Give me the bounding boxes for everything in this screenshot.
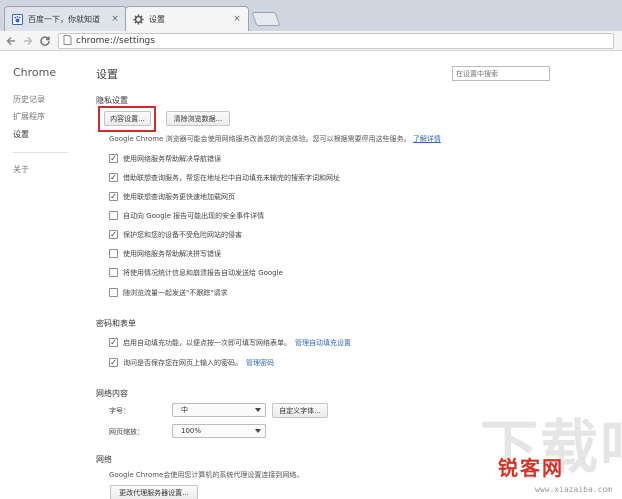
chrome-brand: Chrome [13,66,57,79]
tab-baidu[interactable]: 百度一下，你就知道 × [4,6,127,31]
save-password-label: 询问是否保存您在网页上输入的密码。 [123,358,242,367]
sidebar-item-about[interactable]: 关于 [13,164,29,175]
privacy-option-label: 随浏览流量一起发送"不跟踪"请求 [123,288,228,297]
manage-passwords-link[interactable]: 管理密码 [246,358,274,368]
network-heading: 网络 [96,455,112,464]
checkbox[interactable] [109,249,118,258]
tab-title: 百度一下，你就知道 [28,14,100,24]
clear-browsing-data-button[interactable]: 清除浏览数据... [166,111,230,126]
sidebar-divider [13,152,68,153]
page-icon [63,35,72,47]
checkbox[interactable] [109,211,118,220]
change-proxy-button[interactable]: 更改代理服务器设置... [110,485,198,499]
privacy-option-label: 自动向 Google 报告可能出现的安全事件详情 [123,211,265,220]
dropdown-arrow-icon [255,408,261,412]
font-size-label: 字号： [109,407,130,415]
checkbox[interactable] [109,268,118,277]
watermark-url: www.xiazaiba.com [535,485,613,494]
baidu-paw-icon [11,13,23,25]
close-tab-icon[interactable]: × [110,14,120,24]
page-title: 设置 [96,68,118,81]
privacy-option[interactable]: ✓ 借助联想查询服务，帮您在地址栏中自动填充未输完的搜索字词和网址 [109,172,340,183]
font-size-select[interactable]: 中 [172,403,266,417]
privacy-option-label: 将使用情况统计信息和崩溃报告自动发送给 Google [123,268,283,277]
tab-strip: 百度一下，你就知道 × 设置 × [0,0,622,31]
privacy-option-label: 保护您和您的设备不受危险网站的侵害 [123,230,242,239]
privacy-option-label: 使用网络服务帮助解决拼写错误 [123,249,221,258]
privacy-option[interactable]: ✓ 使用网络服务帮助解决导航错误 [109,153,221,164]
autofill-label: 启用自动填充功能，以便点按一次即可填写网络表单。 [123,338,291,347]
url-text: chrome://settings [76,36,155,46]
new-tab-button[interactable] [251,12,281,26]
privacy-option-label: 使用网络服务帮助解决导航错误 [123,154,221,163]
font-size-value: 中 [181,406,188,414]
checkbox[interactable]: ✓ [109,192,118,201]
manage-autofill-link[interactable]: 管理自动填充设置 [295,338,351,348]
network-description: Google Chrome会使用您计算机的系统代理设置连接到网络。 [109,471,304,479]
privacy-option-label: 使用联想查询服务更快速地加载网页 [123,192,235,201]
sidebar-item-settings[interactable]: 设置 [13,129,29,140]
checkbox[interactable]: ✓ [109,338,118,347]
checkbox[interactable]: ✓ [109,358,118,367]
checkbox[interactable]: ✓ [109,154,118,163]
sidebar-item-history[interactable]: 历史记录 [13,94,45,105]
learn-more-link[interactable]: 了解详情 [413,135,441,143]
forward-arrow-icon[interactable] [20,33,36,49]
tab-title: 设置 [149,14,165,24]
checkbox[interactable] [109,288,118,297]
privacy-description-text: Google Chrome 浏览器可能会使用网络服务改善您的浏览体验。您可以根据… [109,135,411,143]
autofill-option[interactable]: ✓ 启用自动填充功能，以便点按一次即可填写网络表单。 管理自动填充设置 [109,337,351,348]
privacy-option[interactable]: 使用网络服务帮助解决拼写错误 [109,248,221,259]
page-zoom-select[interactable]: 100% [172,424,266,438]
zoom-label: 网页缩放： [109,428,144,436]
dropdown-arrow-icon [255,429,261,433]
tab-settings[interactable]: 设置 × [125,6,249,31]
page-zoom-value: 100% [181,427,202,435]
privacy-description: Google Chrome 浏览器可能会使用网络服务改善您的浏览体验。您可以根据… [109,134,441,144]
settings-sidebar: Chrome 历史记录 扩展程序 设置 关于 [0,52,86,499]
close-tab-icon[interactable]: × [232,14,242,24]
custom-fonts-button[interactable]: 自定义字体... [272,403,328,418]
privacy-option-label: 借助联想查询服务，帮您在地址栏中自动填充未输完的搜索字词和网址 [123,173,340,182]
content-settings-button[interactable]: 内容设置... [104,111,151,126]
privacy-option[interactable]: 将使用情况统计信息和崩溃报告自动发送给 Google [109,267,283,278]
privacy-option[interactable]: 自动向 Google 报告可能出现的安全事件详情 [109,210,264,221]
reload-icon[interactable] [37,33,53,49]
privacy-option[interactable]: 随浏览流量一起发送"不跟踪"请求 [109,287,227,298]
sidebar-item-extensions[interactable]: 扩展程序 [13,111,45,122]
save-password-option[interactable]: ✓ 询问是否保存您在网页上输入的密码。 管理密码 [109,357,274,368]
checkbox[interactable]: ✓ [109,173,118,182]
watermark-brand: 锐客网 [498,456,564,480]
address-bar[interactable]: chrome://settings [58,33,614,49]
privacy-option[interactable]: ✓ 使用联想查询服务更快速地加载网页 [109,191,235,202]
web-content-heading: 网络内容 [96,389,128,398]
privacy-heading: 隐私设置 [96,96,128,105]
passwords-heading: 密码和表单 [96,319,136,328]
browser-toolbar: chrome://settings [0,31,622,51]
checkbox[interactable]: ✓ [109,230,118,239]
settings-search-input[interactable] [452,66,550,81]
gear-icon [132,13,144,25]
privacy-option[interactable]: ✓ 保护您和您的设备不受危险网站的侵害 [109,229,242,240]
back-arrow-icon[interactable] [3,33,19,49]
